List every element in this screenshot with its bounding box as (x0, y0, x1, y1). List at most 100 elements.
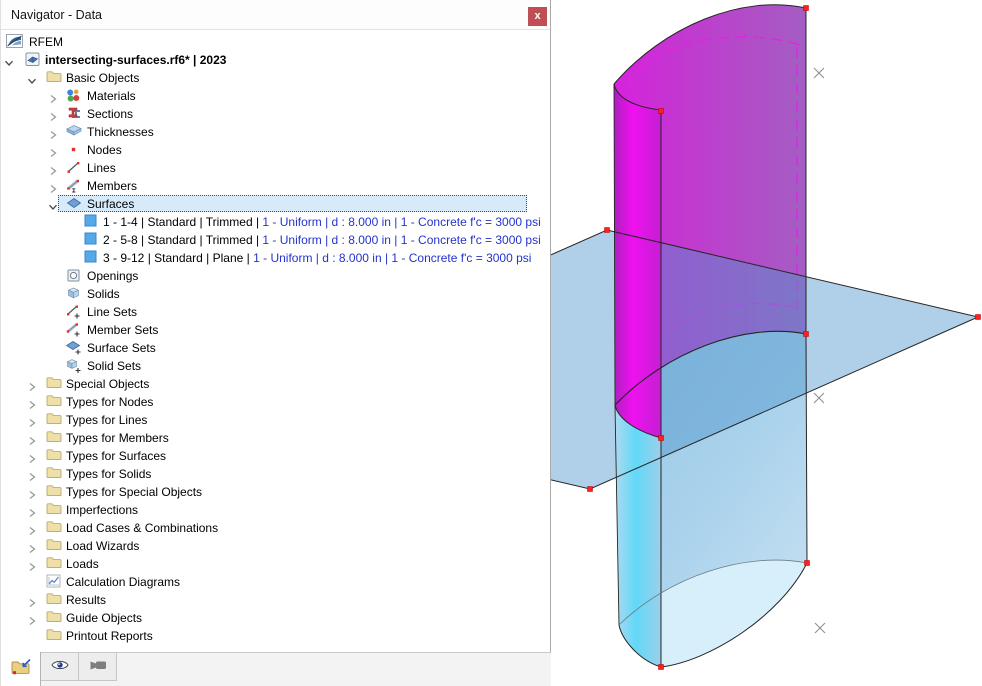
tree-item-printout-reports[interactable]: Printout Reports (1, 627, 549, 645)
tree-item-load-wizards[interactable]: Load Wizards (1, 537, 549, 555)
tree-item-label: Lines (87, 161, 116, 175)
tree-item-label: Types for Members (66, 431, 169, 445)
chevron-collapsed-icon[interactable] (27, 559, 37, 572)
tree-item-types-for-lines[interactable]: Types for Lines (1, 411, 549, 429)
cylinder-lower-near-face (615, 405, 661, 667)
chevron-expanded-icon[interactable] (4, 55, 14, 66)
folder-icon (46, 484, 63, 500)
tree-item-3-9-12-standard-plane[interactable]: 3 - 9-12 | Standard | Plane | 1 - Unifor… (1, 249, 549, 267)
node-marker[interactable] (803, 5, 809, 11)
tree-item-calculation-diagrams[interactable]: Calculation Diagrams (1, 573, 549, 591)
tree-item-1-1-4-standard-trimmed[interactable]: 1 - 1-4 | Standard | Trimmed | 1 - Unifo… (1, 213, 549, 231)
tree-item-types-for-solids[interactable]: Types for Solids (1, 465, 549, 483)
thicknesses-icon (66, 124, 83, 140)
tree-item-label: Load Cases & Combinations (66, 521, 219, 535)
tree-item-label: Types for Solids (66, 467, 152, 481)
tree-item-solids[interactable]: Solids (1, 285, 549, 303)
chevron-collapsed-icon[interactable] (27, 613, 37, 626)
cross-marker (813, 392, 825, 404)
tree-item-load-cases-combinations[interactable]: Load Cases & Combinations (1, 519, 549, 537)
tree-item-label: Load Wizards (66, 539, 140, 553)
tree-item-label: Solids (87, 287, 120, 301)
tree-item-member-sets[interactable]: Member Sets (1, 321, 549, 339)
tree-item-rfem[interactable]: RFEM (1, 33, 549, 51)
chevron-collapsed-icon[interactable] (27, 397, 37, 410)
chevron-collapsed-icon[interactable] (27, 487, 37, 500)
chevron-collapsed-icon[interactable] (27, 433, 37, 446)
tree-item-results[interactable]: Results (1, 591, 549, 609)
node-marker[interactable] (658, 435, 664, 441)
chevron-collapsed-icon[interactable] (27, 595, 37, 608)
model-scene (551, 4, 981, 670)
chevron-collapsed-icon[interactable] (48, 91, 58, 104)
node-marker[interactable] (803, 331, 809, 337)
chevron-collapsed-icon[interactable] (27, 469, 37, 482)
tree-item-special-objects[interactable]: Special Objects (1, 375, 549, 393)
tree-item-materials[interactable]: Materials (1, 87, 549, 105)
tree-item-types-for-nodes[interactable]: Types for Nodes (1, 393, 549, 411)
tree-item-sections[interactable]: Sections (1, 105, 549, 123)
chevron-collapsed-icon[interactable] (27, 451, 37, 464)
chevron-expanded-icon[interactable] (27, 73, 37, 84)
node-marker[interactable] (587, 486, 593, 492)
node-marker[interactable] (658, 108, 664, 114)
rfem-logo-icon (6, 34, 23, 50)
chevron-collapsed-icon[interactable] (27, 379, 37, 392)
tree-item-solid-sets[interactable]: Solid Sets (1, 357, 549, 375)
chevron-collapsed-icon[interactable] (48, 181, 58, 194)
viewport-3d[interactable] (551, 0, 982, 686)
tree-item-imperfections[interactable]: Imperfections (1, 501, 549, 519)
chevron-collapsed-icon[interactable] (48, 163, 58, 176)
nodes-icon (66, 142, 83, 158)
chevron-collapsed-icon[interactable] (27, 415, 37, 428)
tree-item-label: Types for Special Objects (66, 485, 203, 499)
node-marker[interactable] (975, 314, 981, 320)
tree-item-members[interactable]: Members (1, 177, 549, 195)
tree-item-loads[interactable]: Loads (1, 555, 549, 573)
tree-item-lines[interactable]: Lines (1, 159, 549, 177)
folder-icon (46, 592, 63, 608)
tree-item-types-for-members[interactable]: Types for Members (1, 429, 549, 447)
tree-item-label: Sections (87, 107, 134, 121)
tab-views[interactable] (41, 653, 79, 681)
node-marker[interactable] (804, 560, 810, 566)
tree-item-label: Openings (87, 269, 139, 283)
tree-item-guide-objects[interactable]: Guide Objects (1, 609, 549, 627)
tree-item-intersecting-surfaces-rf6-2023[interactable]: intersecting-surfaces.rf6* | 2023 (1, 51, 549, 69)
tab-data-navigator[interactable] (1, 652, 41, 686)
tree-item-openings[interactable]: Openings (1, 267, 549, 285)
folder-icon (46, 610, 63, 626)
calculation-diagrams-icon (46, 574, 63, 590)
chevron-collapsed-icon[interactable] (48, 145, 58, 158)
tree-item-thicknesses[interactable]: Thicknesses (1, 123, 549, 141)
folder-icon (46, 412, 63, 428)
tree-item-surface-sets[interactable]: Surface Sets (1, 339, 549, 357)
chevron-collapsed-icon[interactable] (27, 523, 37, 536)
chevron-collapsed-icon[interactable] (27, 541, 37, 554)
chevron-collapsed-icon[interactable] (48, 127, 58, 140)
tree-item-surfaces[interactable]: Surfaces (1, 195, 549, 213)
chevron-collapsed-icon[interactable] (48, 109, 58, 122)
tree-item-types-for-surfaces[interactable]: Types for Surfaces (1, 447, 549, 465)
chevron-collapsed-icon[interactable] (27, 505, 37, 518)
node-marker[interactable] (658, 664, 664, 670)
member-sets-icon (66, 322, 83, 338)
node-marker[interactable] (604, 227, 610, 233)
folder-icon (46, 376, 63, 392)
surface-item-icon (84, 214, 101, 230)
surface-sets-icon (65, 340, 83, 356)
close-button[interactable]: x (528, 7, 547, 26)
folder-icon (46, 502, 63, 518)
tree-item-2-5-8-standard-trimmed[interactable]: 2 - 5-8 | Standard | Trimmed | 1 - Unifo… (1, 231, 549, 249)
tree-item-line-sets[interactable]: Line Sets (1, 303, 549, 321)
members-icon (66, 178, 83, 194)
tree-item-types-for-special-objects[interactable]: Types for Special Objects (1, 483, 549, 501)
cross-marker (813, 67, 825, 79)
chevron-expanded-icon[interactable] (48, 199, 58, 210)
tree-item-basic-objects[interactable]: Basic Objects (1, 69, 549, 87)
panel-title-bar: Navigator - Data x (1, 0, 550, 30)
tab-display[interactable] (79, 653, 117, 681)
folder-icon (46, 394, 63, 410)
tree-item-label: Calculation Diagrams (66, 575, 181, 589)
tree-item-nodes[interactable]: Nodes (1, 141, 549, 159)
